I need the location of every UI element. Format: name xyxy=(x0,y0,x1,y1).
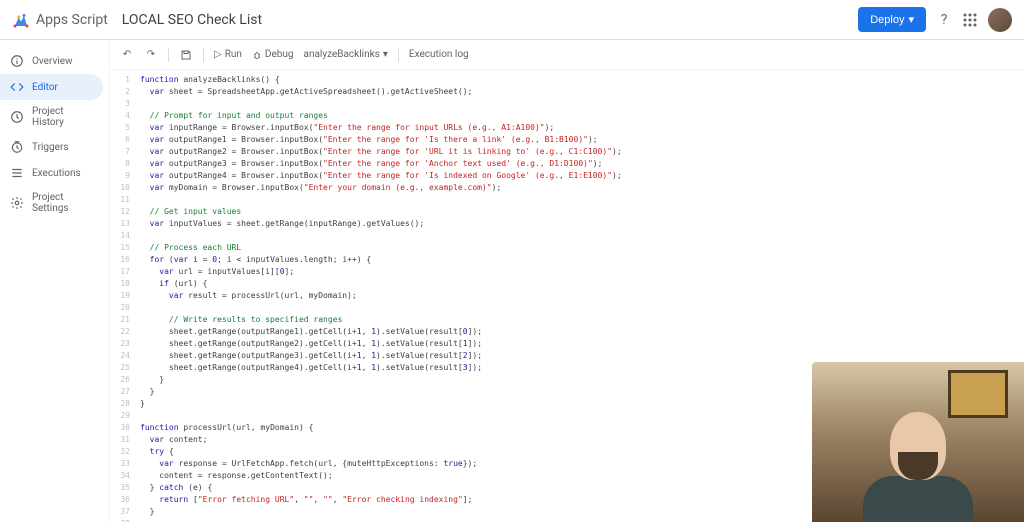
chevron-down-icon: ▾ xyxy=(908,13,914,26)
deploy-button[interactable]: Deploy▾ xyxy=(858,7,926,32)
code-icon xyxy=(10,80,24,94)
sidebar-item-history[interactable]: Project History xyxy=(0,100,103,134)
execution-log-button[interactable]: Execution log xyxy=(409,49,469,60)
product-name: Apps Script xyxy=(36,12,108,28)
header-right: Deploy▾ ? xyxy=(858,7,1012,32)
list-icon xyxy=(10,166,24,180)
function-select[interactable]: analyzeBacklinks ▾ xyxy=(304,49,388,60)
person xyxy=(858,402,978,522)
sidebar-item-label: Project Settings xyxy=(32,192,93,214)
sidebar-item-settings[interactable]: Project Settings xyxy=(0,186,103,220)
sidebar-item-overview[interactable]: Overview xyxy=(0,48,103,74)
separator xyxy=(203,48,204,62)
logo: Apps Script xyxy=(12,11,122,29)
app-header: Apps Script LOCAL SEO Check List Deploy▾… xyxy=(0,0,1024,40)
line-gutter: 1 2 3 4 5 6 7 8 9 10 11 12 13 14 15 16 1… xyxy=(110,70,136,522)
info-icon xyxy=(10,54,24,68)
sidebar-item-editor[interactable]: Editor xyxy=(0,74,103,100)
bug-icon xyxy=(252,50,262,60)
clock-icon xyxy=(10,140,24,154)
separator xyxy=(168,48,169,62)
sidebar-item-label: Overview xyxy=(32,56,73,67)
run-button[interactable]: ▷ Run xyxy=(214,49,242,60)
sidebar: Overview Editor Project History Triggers… xyxy=(0,40,110,522)
undo-icon[interactable]: ↶ xyxy=(120,48,134,62)
sidebar-item-label: Executions xyxy=(32,168,81,179)
apps-script-icon xyxy=(12,11,30,29)
debug-button[interactable]: Debug xyxy=(252,49,294,60)
sidebar-item-triggers[interactable]: Triggers xyxy=(0,134,103,160)
gear-icon xyxy=(10,196,24,210)
help-icon[interactable]: ? xyxy=(936,12,952,28)
apps-grid-icon[interactable] xyxy=(962,12,978,28)
toolbar: ↶ ↷ ▷ Run Debug analyzeBacklinks ▾ Execu… xyxy=(110,40,1024,70)
save-icon[interactable] xyxy=(179,48,193,62)
redo-icon[interactable]: ↷ xyxy=(144,48,158,62)
sidebar-item-label: Triggers xyxy=(32,142,69,153)
sidebar-item-label: Project History xyxy=(32,106,93,128)
history-icon xyxy=(10,110,24,124)
sidebar-item-label: Editor xyxy=(32,82,58,93)
sidebar-item-executions[interactable]: Executions xyxy=(0,160,103,186)
separator xyxy=(398,48,399,62)
project-name[interactable]: LOCAL SEO Check List xyxy=(122,12,262,28)
avatar[interactable] xyxy=(988,8,1012,32)
webcam-overlay xyxy=(812,362,1024,522)
